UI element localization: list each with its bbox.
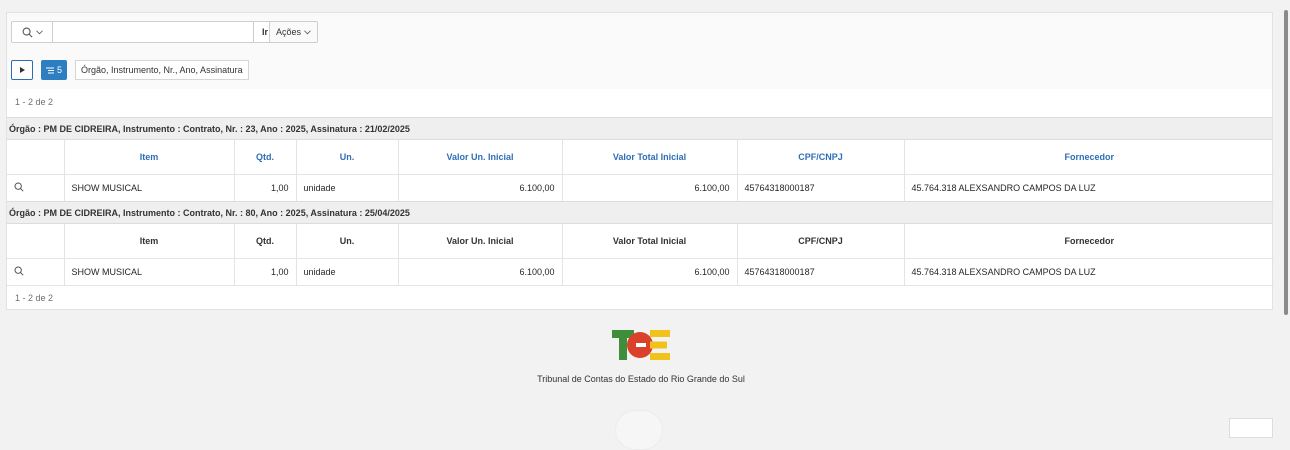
actions-menu-button[interactable]: Ações — [269, 21, 319, 43]
table-header-row: Item Qtd. Un. Valor Un. Inicial Valor To… — [7, 140, 1274, 175]
vertical-scrollbar[interactable] — [1282, 0, 1290, 435]
cell-fornecedor: 45.764.318 ALEXSANDRO CAMPOS DA LUZ — [904, 258, 1274, 286]
row-detail-link[interactable] — [7, 174, 65, 202]
cell-cpf-cnpj: 45764318000187 — [737, 258, 905, 286]
scrollbar-thumb[interactable] — [1284, 10, 1288, 315]
cell-valor-un: 6.100,00 — [398, 258, 563, 286]
cell-un: unidade — [296, 174, 399, 202]
search-icon — [22, 27, 32, 37]
pagination-bottom: 1 - 2 de 2 — [15, 293, 54, 303]
actions-label: Ações — [276, 27, 302, 37]
search-input[interactable] — [53, 22, 253, 42]
recaptcha-badge[interactable] — [1229, 418, 1273, 438]
report-table: Item Qtd. Un. Valor Un. Inicial Valor To… — [7, 224, 1274, 286]
row-detail-link[interactable] — [7, 258, 65, 286]
column-header-un[interactable]: Un. — [296, 224, 399, 259]
page-footer: Tribunal de Contas do Estado do Rio Gran… — [0, 330, 1282, 384]
cell-qtd: 1,00 — [234, 174, 297, 202]
pagination-top: 1 - 2 de 2 — [15, 97, 54, 107]
footer-institution-name: Tribunal de Contas do Estado do Rio Gran… — [537, 374, 745, 384]
column-header-qtd[interactable]: Qtd. — [234, 224, 297, 259]
report-table: Item Qtd. Un. Valor Un. Inicial Valor To… — [7, 140, 1274, 202]
triangle-right-icon — [19, 67, 25, 73]
cell-un: unidade — [296, 258, 399, 286]
tce-logo — [612, 330, 670, 360]
search-bar: Ir — [11, 21, 277, 43]
list-lines-icon — [46, 67, 54, 73]
control-break-header: Órgão : PM DE CIDREIRA, Instrumento : Co… — [7, 201, 1272, 224]
chevron-down-icon — [35, 29, 43, 34]
cell-valor-total: 6.100,00 — [562, 258, 738, 286]
control-break-badge[interactable]: 5 — [41, 60, 68, 80]
report-toolbar: Ir Ações — [7, 13, 1272, 51]
column-header-valor-un[interactable]: Valor Un. Inicial — [398, 140, 563, 175]
column-header-valor-un[interactable]: Valor Un. Inicial — [398, 224, 563, 259]
expand-settings-button[interactable] — [11, 60, 33, 80]
column-header-link — [7, 224, 65, 259]
table-row: SHOW MUSICAL 1,00 unidade 6.100,00 6.100… — [7, 258, 1274, 286]
column-header-link — [7, 140, 65, 175]
column-header-valor-total[interactable]: Valor Total Inicial — [562, 140, 738, 175]
chevron-down-icon — [304, 29, 311, 34]
search-icon — [14, 182, 24, 192]
column-header-item[interactable]: Item — [64, 224, 235, 259]
cell-item: SHOW MUSICAL — [64, 174, 235, 202]
table-row: SHOW MUSICAL 1,00 unidade 6.100,00 6.100… — [7, 174, 1274, 202]
search-icon — [14, 266, 24, 276]
column-header-qtd[interactable]: Qtd. — [234, 140, 297, 175]
cell-qtd: 1,00 — [234, 258, 297, 286]
report-settings-row: 5 Órgão, Instrumento, Nr., Ano, Assinatu… — [7, 51, 1272, 89]
cell-valor-total: 6.100,00 — [562, 174, 738, 202]
control-break-count: 5 — [57, 65, 63, 75]
interactive-report: Ir Ações 5 Órgão, Instrumento, Nr., Ano,… — [6, 12, 1274, 310]
cell-cpf-cnpj: 45764318000187 — [737, 174, 905, 202]
cell-fornecedor: 45.764.318 ALEXSANDRO CAMPOS DA LUZ — [904, 174, 1274, 202]
scroll-to-top-button[interactable] — [615, 410, 663, 450]
column-header-valor-total[interactable]: Valor Total Inicial — [562, 224, 738, 259]
table-header-row: Item Qtd. Un. Valor Un. Inicial Valor To… — [7, 224, 1274, 259]
column-header-cpf-cnpj[interactable]: CPF/CNPJ — [737, 224, 905, 259]
cell-item: SHOW MUSICAL — [64, 258, 235, 286]
column-header-fornecedor[interactable]: Fornecedor — [904, 224, 1274, 259]
control-break-header: Órgão : PM DE CIDREIRA, Instrumento : Co… — [7, 117, 1272, 140]
control-break-filter[interactable]: Órgão, Instrumento, Nr., Ano, Assinatura — [75, 60, 249, 80]
column-header-un[interactable]: Un. — [296, 140, 399, 175]
column-header-fornecedor[interactable]: Fornecedor — [904, 140, 1274, 175]
column-header-item[interactable]: Item — [64, 140, 235, 175]
page-top-strip — [0, 0, 1282, 8]
search-column-button[interactable] — [12, 22, 53, 42]
cell-valor-un: 6.100,00 — [398, 174, 563, 202]
column-header-cpf-cnpj[interactable]: CPF/CNPJ — [737, 140, 905, 175]
